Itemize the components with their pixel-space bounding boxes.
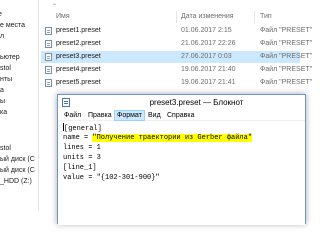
- nav-item[interactable]: е места: [0, 21, 25, 31]
- file-icon: [45, 66, 52, 74]
- nav-item-desktop[interactable]: stol: [0, 144, 11, 154]
- file-date: 19.06.2017 21:40: [181, 66, 236, 73]
- nav-item[interactable]: a: [0, 86, 4, 96]
- line-text: name =: [63, 134, 93, 142]
- menu-file[interactable]: Файл: [62, 110, 83, 121]
- file-type: Файл "PRESET": [260, 66, 313, 73]
- nav-item-drive-c[interactable]: ый диск (C: [0, 155, 35, 165]
- nav-item[interactable]: ы: [0, 97, 5, 107]
- highlighted-text: "Получение траектории из Gerber файла": [92, 134, 253, 142]
- file-name: preset2.preset: [56, 40, 101, 47]
- nav-item-desktop[interactable]: stol: [0, 64, 11, 74]
- window-title: preset3.preset — Блокнот: [149, 98, 244, 107]
- file-name: preset5.preset: [56, 79, 101, 86]
- nav-item-documents[interactable]: нты: [0, 75, 12, 85]
- text-editor[interactable]: [general] name = "Получение траектории и…: [58, 122, 305, 225]
- file-icon: [45, 40, 52, 48]
- line-text: [general]: [64, 125, 102, 133]
- file-type: Файл "PRESET": [260, 27, 313, 34]
- file-type: Файл "PRESET": [260, 79, 313, 86]
- file-date: 01.06.2017 2:15: [181, 27, 232, 34]
- file-name: preset4.preset: [56, 66, 101, 73]
- sort-chevron-icon: ⌃: [52, 4, 58, 10]
- menu-format[interactable]: Формат: [114, 110, 145, 121]
- nav-item-computer[interactable]: ьютер: [0, 53, 20, 63]
- editor-line: [line_1]: [63, 164, 97, 172]
- nav-item-drive[interactable]: ый диск (С: [0, 166, 35, 176]
- editor-line: value = "{102-301-900}": [63, 174, 160, 182]
- nav-item[interactable]: e: [0, 10, 2, 20]
- editor-line: [general]: [63, 123, 102, 133]
- editor-line: units = 3: [63, 154, 101, 162]
- file-row[interactable]: preset5.preset 19.06.2017 21:41 Файл "PR…: [41, 77, 312, 89]
- file-row[interactable]: preset4.preset 19.06.2017 21:40 Файл "PR…: [41, 64, 312, 76]
- file-name: preset3.preset: [56, 53, 101, 60]
- column-header-date[interactable]: Дата изменения: [181, 12, 234, 22]
- file-type: Файл "PRESET": [260, 40, 313, 47]
- file-name: preset1.preset: [56, 27, 101, 34]
- file-date: 27.06.2017 0:03: [181, 53, 232, 60]
- file-row-selected[interactable]: preset3.preset 27.06.2017 0:03 Файл "PRE…: [41, 51, 312, 63]
- menu-help[interactable]: Справка: [165, 110, 196, 121]
- column-separator[interactable]: [254, 11, 255, 23]
- navigation-pane: e е места л ьютер stol нты a ы ка stol ы…: [0, 0, 38, 211]
- file-icon: [45, 27, 52, 35]
- file-date: 21.06.2017 22:26: [181, 40, 236, 47]
- nav-item[interactable]: ка: [0, 108, 7, 118]
- file-type: Файл "PRESET": [260, 53, 313, 60]
- editor-line: lines = 1: [63, 144, 101, 152]
- column-separator[interactable]: [176, 11, 177, 23]
- nav-item[interactable]: л: [0, 32, 4, 42]
- menu-bar: Файл Правка Формат Вид Справка: [58, 110, 305, 121]
- notepad-titlebar[interactable]: preset3.preset — Блокнот: [58, 95, 305, 110]
- editor-line: name = "Получение траектории из Gerber ф…: [63, 133, 253, 143]
- nav-item-drive-z[interactable]: _HDD (Z:): [0, 177, 32, 187]
- column-header-name[interactable]: Имя: [56, 12, 70, 22]
- notepad-window: preset3.preset — Блокнот Файл Правка Фор…: [57, 94, 306, 225]
- file-icon: [45, 53, 52, 61]
- file-row[interactable]: preset1.preset 01.06.2017 2:15 Файл "PRE…: [41, 25, 312, 37]
- column-header-type[interactable]: Тип: [260, 12, 272, 22]
- file-icon: [45, 79, 52, 87]
- file-date: 19.06.2017 21:41: [181, 79, 236, 86]
- menu-edit[interactable]: Правка: [86, 110, 114, 121]
- pane-divider: [38, 0, 39, 211]
- file-row[interactable]: preset2.preset 21.06.2017 22:26 Файл "PR…: [41, 38, 312, 50]
- menu-view[interactable]: Вид: [146, 110, 163, 121]
